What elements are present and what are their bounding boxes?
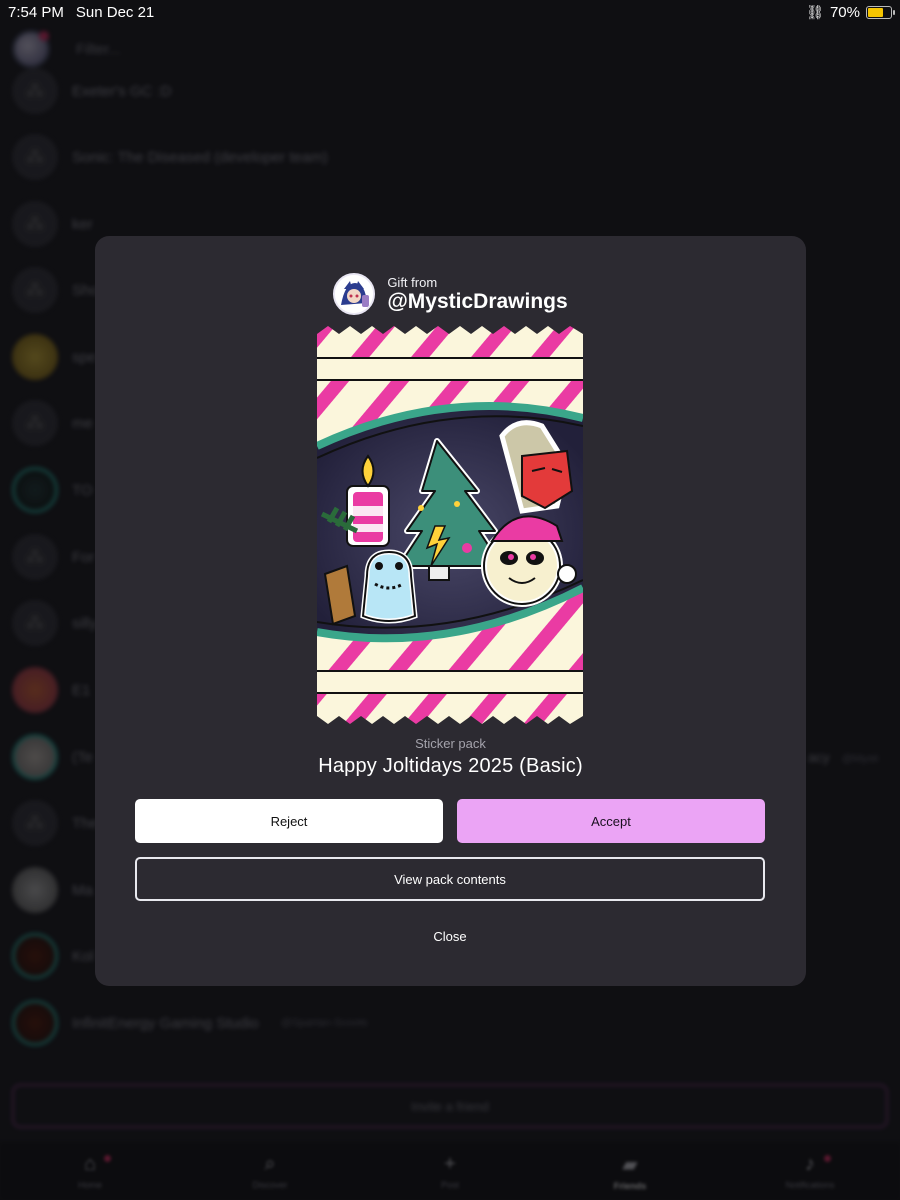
accept-button[interactable]: Accept: [457, 799, 765, 843]
reject-label: Reject: [270, 813, 308, 829]
sender-avatar: [333, 273, 376, 315]
gift-from-label: Gift from: [387, 274, 438, 290]
view-contents-label: View pack contents: [394, 871, 506, 887]
status-bar: 7:54 PM Sun Dec 21 ⛓ 70%: [0, 0, 900, 24]
battery-icon: [866, 5, 895, 19]
link-icon: ⛓: [806, 3, 824, 20]
sticker-pack-image: [317, 326, 583, 724]
gift-header-text: Gift from @MysticDrawings: [387, 275, 567, 313]
status-date: Sun Dec 21: [75, 3, 155, 21]
close-button[interactable]: Close: [400, 916, 500, 956]
pack-type-label: Sticker pack: [415, 736, 486, 751]
view-pack-contents-button[interactable]: View pack contents: [135, 857, 765, 901]
sender-handle[interactable]: @MysticDrawings: [387, 290, 567, 313]
reject-button[interactable]: Reject: [135, 799, 443, 843]
frog-sticker: [360, 549, 418, 624]
sender-avatar-image: [335, 275, 374, 313]
status-right: ⛓ 70%: [806, 3, 895, 21]
battery-percent: 70%: [829, 3, 860, 21]
gift-header: Gift from @MysticDrawings: [95, 273, 806, 315]
accept-label: Accept: [591, 813, 631, 829]
close-label: Close: [433, 928, 467, 944]
pack-title: Happy Joltidays 2025 (Basic): [318, 755, 583, 777]
gift-dialog: Gift from @MysticDrawings Sticker pack H…: [95, 236, 806, 986]
status-time: 7:54 PM: [8, 3, 64, 21]
battery-fill: [868, 7, 884, 17]
